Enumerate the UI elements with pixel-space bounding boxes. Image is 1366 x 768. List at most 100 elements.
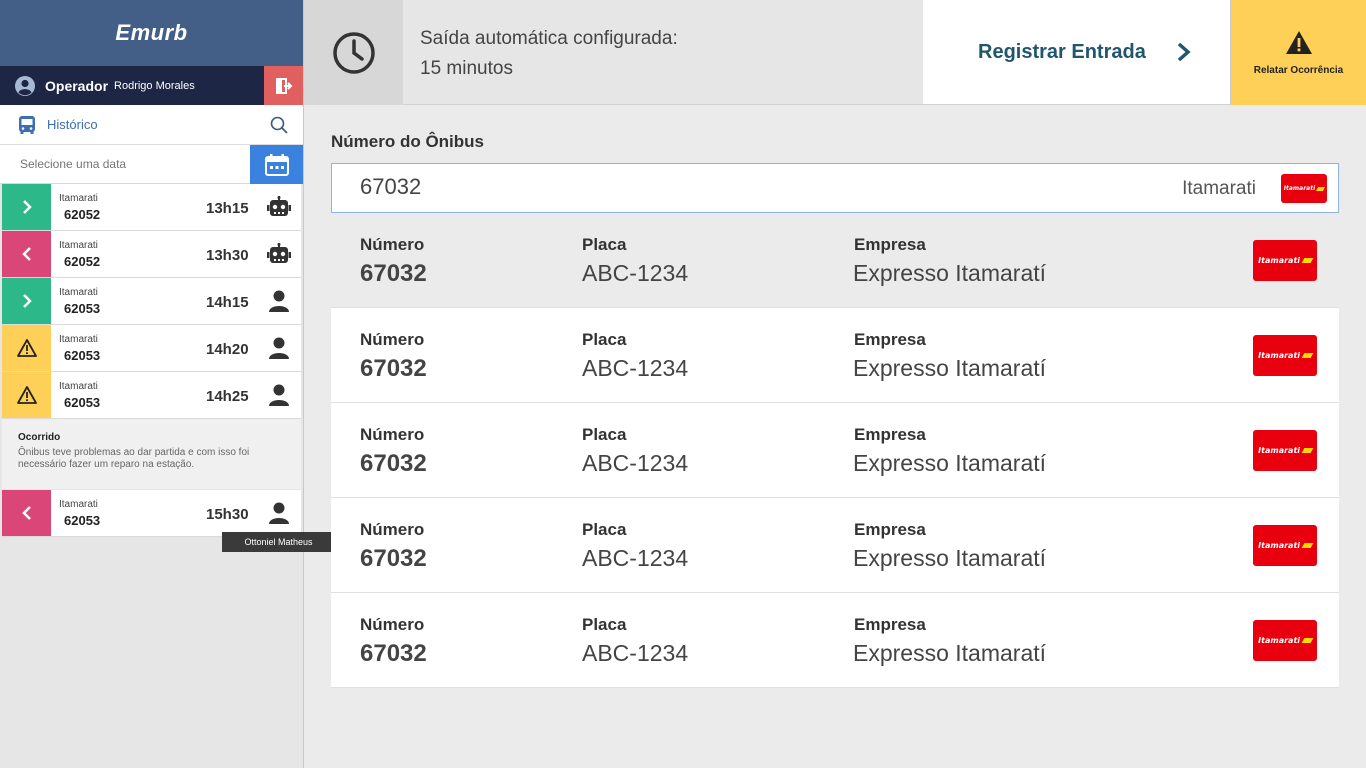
search-icon[interactable] [269,115,289,135]
chevron-right-icon [22,200,32,214]
search-company-name: Itamarati [1182,178,1256,199]
date-input[interactable] [0,157,230,171]
warning-tag [2,325,51,371]
auto-exit-label: Saída automática configurada: [420,28,678,49]
operator-bar: Operador Rodrigo Morales [0,66,303,105]
exit-tag [2,490,51,536]
history-time: 14h15 [206,294,249,311]
placa-value: ABC-1234 [582,545,689,571]
history-bus-number: 62052 [64,254,101,269]
placa-value: ABC-1234 [582,450,689,476]
history-time: 13h15 [206,200,249,217]
placa-label: Placa [582,330,627,349]
register-entry-label: Registrar Entrada [978,40,1146,63]
numero-value: 67032 [360,450,427,477]
logout-icon [275,77,292,94]
empresa-value: Expresso Itamaratí [853,355,1047,381]
placa-value: ABC-1234 [582,640,689,666]
placa-value: ABC-1234 [582,260,689,286]
company-logo: Itamarati [1253,620,1317,661]
entry-tag [2,278,51,324]
history-item[interactable]: Itamarati 62052 13h30 [2,231,301,277]
history-label: Histórico [47,117,98,132]
result-card[interactable]: Número 67032 Placa ABC-1234 Empresa Expr… [331,308,1339,403]
history-company: Itamarati [59,499,98,510]
occurrence-title: Ocorrido [18,432,61,443]
auto-exit-info: Saída automática configurada: 15 minutos [420,24,678,84]
company-logo-text: Itamarati [1258,541,1301,550]
history-header: Histórico [0,105,303,145]
calendar-icon [264,153,289,176]
logout-button[interactable] [264,66,303,105]
empresa-label: Empresa [854,615,926,634]
numero-label: Número [360,520,425,539]
numero-label: Número [360,235,425,254]
results-list: Número 67032 Placa ABC-1234 Empresa Expr… [331,213,1339,688]
top-bar: Saída automática configurada: 15 minutos… [304,0,1366,105]
bus-icon [19,115,35,134]
result-card[interactable]: Número 67032 Placa ABC-1234 Empresa Expr… [331,403,1339,498]
history-company: Itamarati [59,381,98,392]
person-icon [269,337,289,359]
history-time: 13h30 [206,247,249,264]
history-time: 14h25 [206,388,249,405]
clock-box [304,0,403,105]
warning-icon [16,339,37,357]
chevron-left-icon [21,506,31,520]
numero-label: Número [360,425,425,444]
placa-label: Placa [582,425,627,444]
history-item[interactable]: Itamarati 62053 14h25 [2,372,301,418]
company-logo: Itamarati [1253,525,1317,566]
empresa-value: Expresso Itamaratí [853,450,1047,476]
company-logo: Itamarati [1253,335,1317,376]
occurrence-text: Ônibus teve problemas ao dar partida e c… [18,447,250,470]
calendar-button[interactable] [250,145,303,184]
register-entry-button[interactable]: Registrar Entrada [923,0,1230,104]
auto-exit-value: 15 minutos [420,58,513,79]
bus-search-field[interactable]: Itamarati Itamarati [331,163,1339,213]
brand-logo: Emurb [0,0,303,66]
empresa-value: Expresso Itamaratí [853,545,1047,571]
history-bus-number: 62053 [64,395,101,410]
chevron-left-icon [21,247,31,261]
empresa-label: Empresa [854,330,926,349]
empresa-value: Expresso Itamaratí [853,640,1047,666]
bus-number-input[interactable] [360,174,1060,200]
warning-icon [1285,30,1312,54]
company-logo-text: Itamarati [1258,256,1301,265]
sidebar: Emurb Operador Rodrigo Morales Histórico [0,0,304,768]
numero-value: 67032 [360,260,427,287]
history-item[interactable]: Itamarati 62052 13h15 [2,184,301,230]
company-logo-text: Itamarati [1258,351,1301,360]
entry-tag [2,184,51,230]
numero-label: Número [360,615,425,634]
history-time: 14h20 [206,341,249,358]
operator-label: Operador [45,77,109,94]
history-company: Itamarati [59,193,98,204]
bus-number-title: Número do Ônibus [331,132,484,151]
history-company: Itamarati [59,334,98,345]
occurrence-detail: Ocorrido Ônibus teve problemas ao dar pa… [2,419,301,489]
person-icon [269,384,289,406]
history-item[interactable]: Itamarati 62053 14h20 [2,325,301,371]
placa-value: ABC-1234 [582,355,689,381]
history-item[interactable]: Itamarati 62053 15h30 [2,490,301,536]
report-occurrence-button[interactable]: Relatar Ocorrência [1230,0,1366,105]
chevron-right-icon [22,294,32,308]
history-bus-number: 62053 [64,301,101,316]
numero-value: 67032 [360,355,427,382]
result-card[interactable]: Número 67032 Placa ABC-1234 Empresa Expr… [331,213,1339,308]
warning-tag [2,372,51,418]
clock-icon [332,31,375,74]
numero-value: 67032 [360,640,427,667]
robot-icon [267,196,291,216]
result-card[interactable]: Número 67032 Placa ABC-1234 Empresa Expr… [331,498,1339,593]
history-item[interactable]: Itamarati 62053 14h15 [2,278,301,324]
operator-tooltip: Ottoniel Matheus [222,532,335,552]
person-icon [269,290,289,312]
robot-icon [267,243,291,263]
person-icon[interactable] [267,502,291,524]
empresa-label: Empresa [854,520,926,539]
result-card[interactable]: Número 67032 Placa ABC-1234 Empresa Expr… [331,593,1339,688]
history-bus-number: 62053 [64,513,101,528]
